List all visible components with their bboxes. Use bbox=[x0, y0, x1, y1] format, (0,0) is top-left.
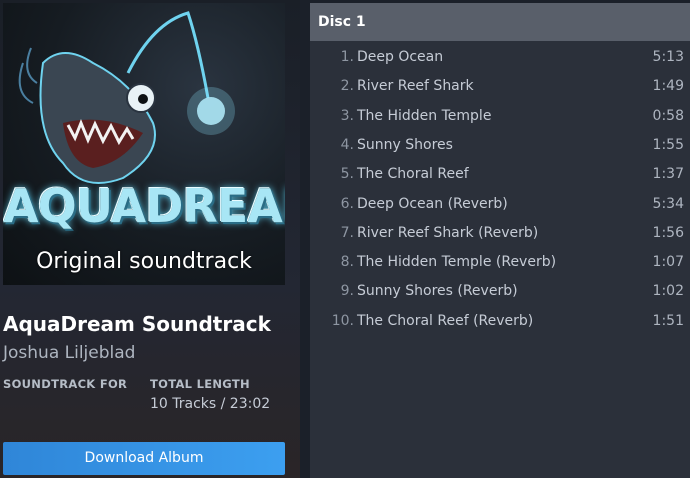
track-row[interactable]: 3. The Hidden Temple 0:58 bbox=[310, 102, 690, 130]
album-cover: AQUADREAM Original soundtrack bbox=[3, 3, 285, 285]
track-row[interactable]: 6. Deep Ocean (Reverb) 5:34 bbox=[310, 190, 690, 218]
track-row[interactable]: 1. Deep Ocean 5:13 bbox=[310, 43, 690, 71]
track-number: 3. bbox=[340, 107, 354, 124]
soundtrack-for-label: SOUNDTRACK FOR bbox=[3, 377, 128, 391]
tracklist-panel: Disc 1 1. Deep Ocean 5:13 2. River Reef Shar… bbox=[310, 3, 690, 478]
track-name: River Reef Shark bbox=[357, 78, 474, 95]
track-duration: 5:34 bbox=[652, 195, 684, 212]
track-row[interactable]: 7. River Reef Shark (Reverb) 1:56 bbox=[310, 219, 690, 247]
track-number: 9. bbox=[340, 283, 354, 300]
track-name: The Hidden Temple (Reverb) bbox=[357, 254, 557, 271]
track-duration: 1:37 bbox=[652, 166, 684, 183]
disc-header: Disc 1 bbox=[310, 3, 690, 41]
track-duration: 1:55 bbox=[652, 136, 684, 153]
track-number: 4. bbox=[340, 136, 354, 153]
cover-logo-text: AQUADREAM bbox=[3, 179, 285, 233]
track-name: River Reef Shark (Reverb) bbox=[357, 224, 539, 241]
track-duration: 1:49 bbox=[652, 78, 684, 95]
track-row[interactable]: 10. The Choral Reef (Reverb) 1:51 bbox=[310, 307, 690, 335]
track-duration: 1:51 bbox=[652, 312, 684, 329]
total-length-label: TOTAL LENGTH bbox=[150, 377, 250, 391]
track-name: Deep Ocean bbox=[357, 49, 444, 65]
track-name: Sunny Shores bbox=[357, 136, 453, 153]
track-number: 6. bbox=[340, 195, 354, 212]
track-name: Deep Ocean (Reverb) bbox=[357, 195, 508, 212]
track-name: The Choral Reef (Reverb) bbox=[357, 312, 534, 329]
track-row[interactable]: 8. The Hidden Temple (Reverb) 1:07 bbox=[310, 248, 690, 276]
track-row[interactable]: 4. Sunny Shores 1:55 bbox=[310, 131, 690, 159]
track-number: 2. bbox=[340, 78, 354, 95]
track-duration: 1:02 bbox=[652, 283, 684, 300]
track-number: 10. bbox=[331, 312, 354, 329]
track-row[interactable]: 9. Sunny Shores (Reverb) 1:02 bbox=[310, 277, 690, 305]
track-name: The Choral Reef bbox=[357, 166, 469, 183]
album-title: AquaDream Soundtrack bbox=[3, 312, 271, 336]
download-album-button[interactable]: Download Album bbox=[3, 442, 285, 475]
cover-subtitle: Original soundtrack bbox=[36, 249, 252, 274]
track-row[interactable]: 5. The Choral Reef 1:37 bbox=[310, 160, 690, 188]
track-row[interactable]: 2. River Reef Shark 1:49 bbox=[310, 72, 690, 100]
anglerfish-illustration bbox=[18, 11, 235, 184]
track-number: 5. bbox=[340, 166, 354, 183]
track-duration: 5:13 bbox=[652, 49, 684, 65]
track-number: 8. bbox=[340, 254, 354, 271]
track-name: Sunny Shores (Reverb) bbox=[357, 283, 518, 300]
album-artist[interactable]: Joshua Liljeblad bbox=[3, 343, 135, 363]
track-duration: 1:07 bbox=[652, 254, 684, 271]
total-length-value: 10 Tracks / 23:02 bbox=[150, 396, 271, 412]
track-number: 7. bbox=[340, 224, 354, 241]
track-duration: 1:56 bbox=[652, 224, 684, 241]
album-info-panel: AQUADREAM Original soundtrack AquaDream … bbox=[0, 0, 300, 478]
track-name: The Hidden Temple bbox=[357, 107, 492, 124]
track-duration: 0:58 bbox=[652, 107, 684, 124]
track-number: 1. bbox=[340, 49, 354, 65]
